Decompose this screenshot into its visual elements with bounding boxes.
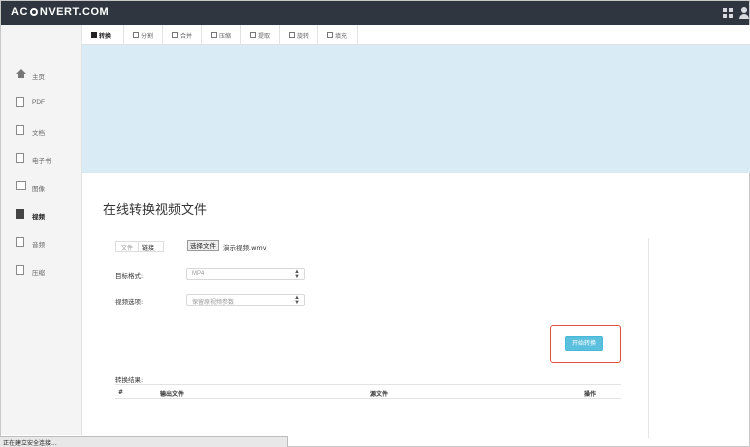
start-convert-button[interactable]: 开始转换 <box>565 336 603 351</box>
tab-merge[interactable]: 合并 <box>163 25 202 44</box>
results-col-index: # <box>118 389 124 396</box>
sidebar: 主页 PDF 文档 电子书 图像 视频 音频 压缩 <box>1 25 82 435</box>
tab-label: 转换 <box>99 34 112 40</box>
tab-checkbox-icon <box>289 32 295 38</box>
choose-file-button[interactable]: 选择文件 <box>187 240 219 251</box>
tab-rotate[interactable]: 旋转 <box>280 25 318 44</box>
results-label: 转换结果: <box>115 376 144 384</box>
sidebar-item-document[interactable]: 文档 <box>1 121 81 141</box>
sidebar-item-archive[interactable]: 压缩 <box>1 261 81 281</box>
tab-split[interactable]: 分割 <box>124 25 163 44</box>
page-title: 在线转换视频文件 <box>103 203 208 218</box>
sidebar-item-label: 文档 <box>32 130 45 137</box>
results-divider <box>115 384 621 385</box>
results-col-source: 源文件 <box>370 391 389 398</box>
tab-compress[interactable]: 压缩 <box>202 25 241 44</box>
document-icon <box>16 125 24 135</box>
grid-icon[interactable] <box>722 7 734 19</box>
source-tab-file[interactable]: 文件 <box>121 243 133 252</box>
video-options-value: 保留原视频参数 <box>192 300 235 306</box>
video-options-select[interactable]: 保留原视频参数 ▲ ▼ <box>186 294 305 306</box>
banner-area <box>82 45 750 173</box>
image-icon <box>16 181 26 190</box>
logo-mark-icon <box>29 8 38 16</box>
tab-label: 旋转 <box>297 34 310 40</box>
sidebar-item-image[interactable]: 图像 <box>1 177 81 197</box>
tab-label: 分割 <box>141 34 154 40</box>
sidebar-item-ebook[interactable]: 电子书 <box>1 149 81 169</box>
video-icon <box>16 209 24 219</box>
tab-checkbox-icon <box>133 32 139 38</box>
sidebar-item-label: PDF <box>32 99 45 106</box>
sidebar-item-pdf[interactable]: PDF <box>1 93 81 113</box>
tab-label: 提取 <box>258 34 271 40</box>
tool-tabs: 转换 分割 合并 压缩 提取 旋转 填充 <box>82 25 750 45</box>
sidebar-item-video[interactable]: 视频 <box>1 205 81 225</box>
sidebar-item-label: 视频 <box>32 214 45 221</box>
tab-checkbox-icon <box>91 32 97 38</box>
status-text: 正在建立安全连接... <box>3 440 57 447</box>
tab-label: 压缩 <box>219 34 232 40</box>
archive-icon <box>16 265 24 275</box>
sidebar-item-label: 电子书 <box>32 158 52 165</box>
content-divider <box>648 238 649 438</box>
status-bar: 正在建立安全连接... <box>0 436 288 447</box>
sidebar-item-audio[interactable]: 音频 <box>1 233 81 253</box>
target-format-label: 目标格式: <box>115 272 144 280</box>
sidebar-item-label: 主页 <box>32 74 45 81</box>
tab-checkbox-icon <box>250 32 256 38</box>
logo[interactable]: AC NVERT.COM <box>11 6 109 18</box>
sidebar-item-home[interactable]: 主页 <box>1 65 81 85</box>
audio-icon <box>16 237 24 247</box>
tab-label: 填充 <box>335 34 348 40</box>
target-format-value: MP4 <box>192 271 205 277</box>
video-options-label: 视频选项: <box>115 298 144 306</box>
tab-extract[interactable]: 提取 <box>241 25 280 44</box>
home-icon <box>16 69 26 79</box>
pdf-file-icon <box>16 97 24 107</box>
user-icon[interactable] <box>738 7 750 19</box>
sidebar-item-label: 图像 <box>32 186 45 193</box>
source-toggle: 文件 链接 <box>115 241 164 252</box>
tab-checkbox-icon <box>327 32 333 38</box>
select-arrows-icon: ▲ ▼ <box>294 269 300 280</box>
tab-convert[interactable]: 转换 <box>82 25 124 44</box>
tab-fill[interactable]: 填充 <box>318 25 358 44</box>
tab-label: 合并 <box>180 34 193 40</box>
results-col-output: 输出文件 <box>160 391 185 398</box>
target-format-select[interactable]: MP4 ▲ ▼ <box>186 268 305 280</box>
tab-checkbox-icon <box>172 32 178 38</box>
select-arrows-icon: ▲ ▼ <box>294 295 300 306</box>
logo-text-left: AC <box>11 6 28 18</box>
results-col-action: 操作 <box>584 391 597 398</box>
sidebar-item-label: 压缩 <box>32 270 45 277</box>
divider <box>138 242 139 251</box>
source-tab-link[interactable]: 链接 <box>142 243 154 252</box>
sidebar-item-label: 音频 <box>32 242 45 249</box>
selected-file-name: 演示视频.wmv <box>223 244 267 252</box>
tab-checkbox-icon <box>211 32 217 38</box>
top-bar: AC NVERT.COM <box>1 1 749 25</box>
results-header-line <box>115 398 621 399</box>
logo-text-right: NVERT.COM <box>39 6 110 18</box>
ebook-icon <box>16 153 24 163</box>
